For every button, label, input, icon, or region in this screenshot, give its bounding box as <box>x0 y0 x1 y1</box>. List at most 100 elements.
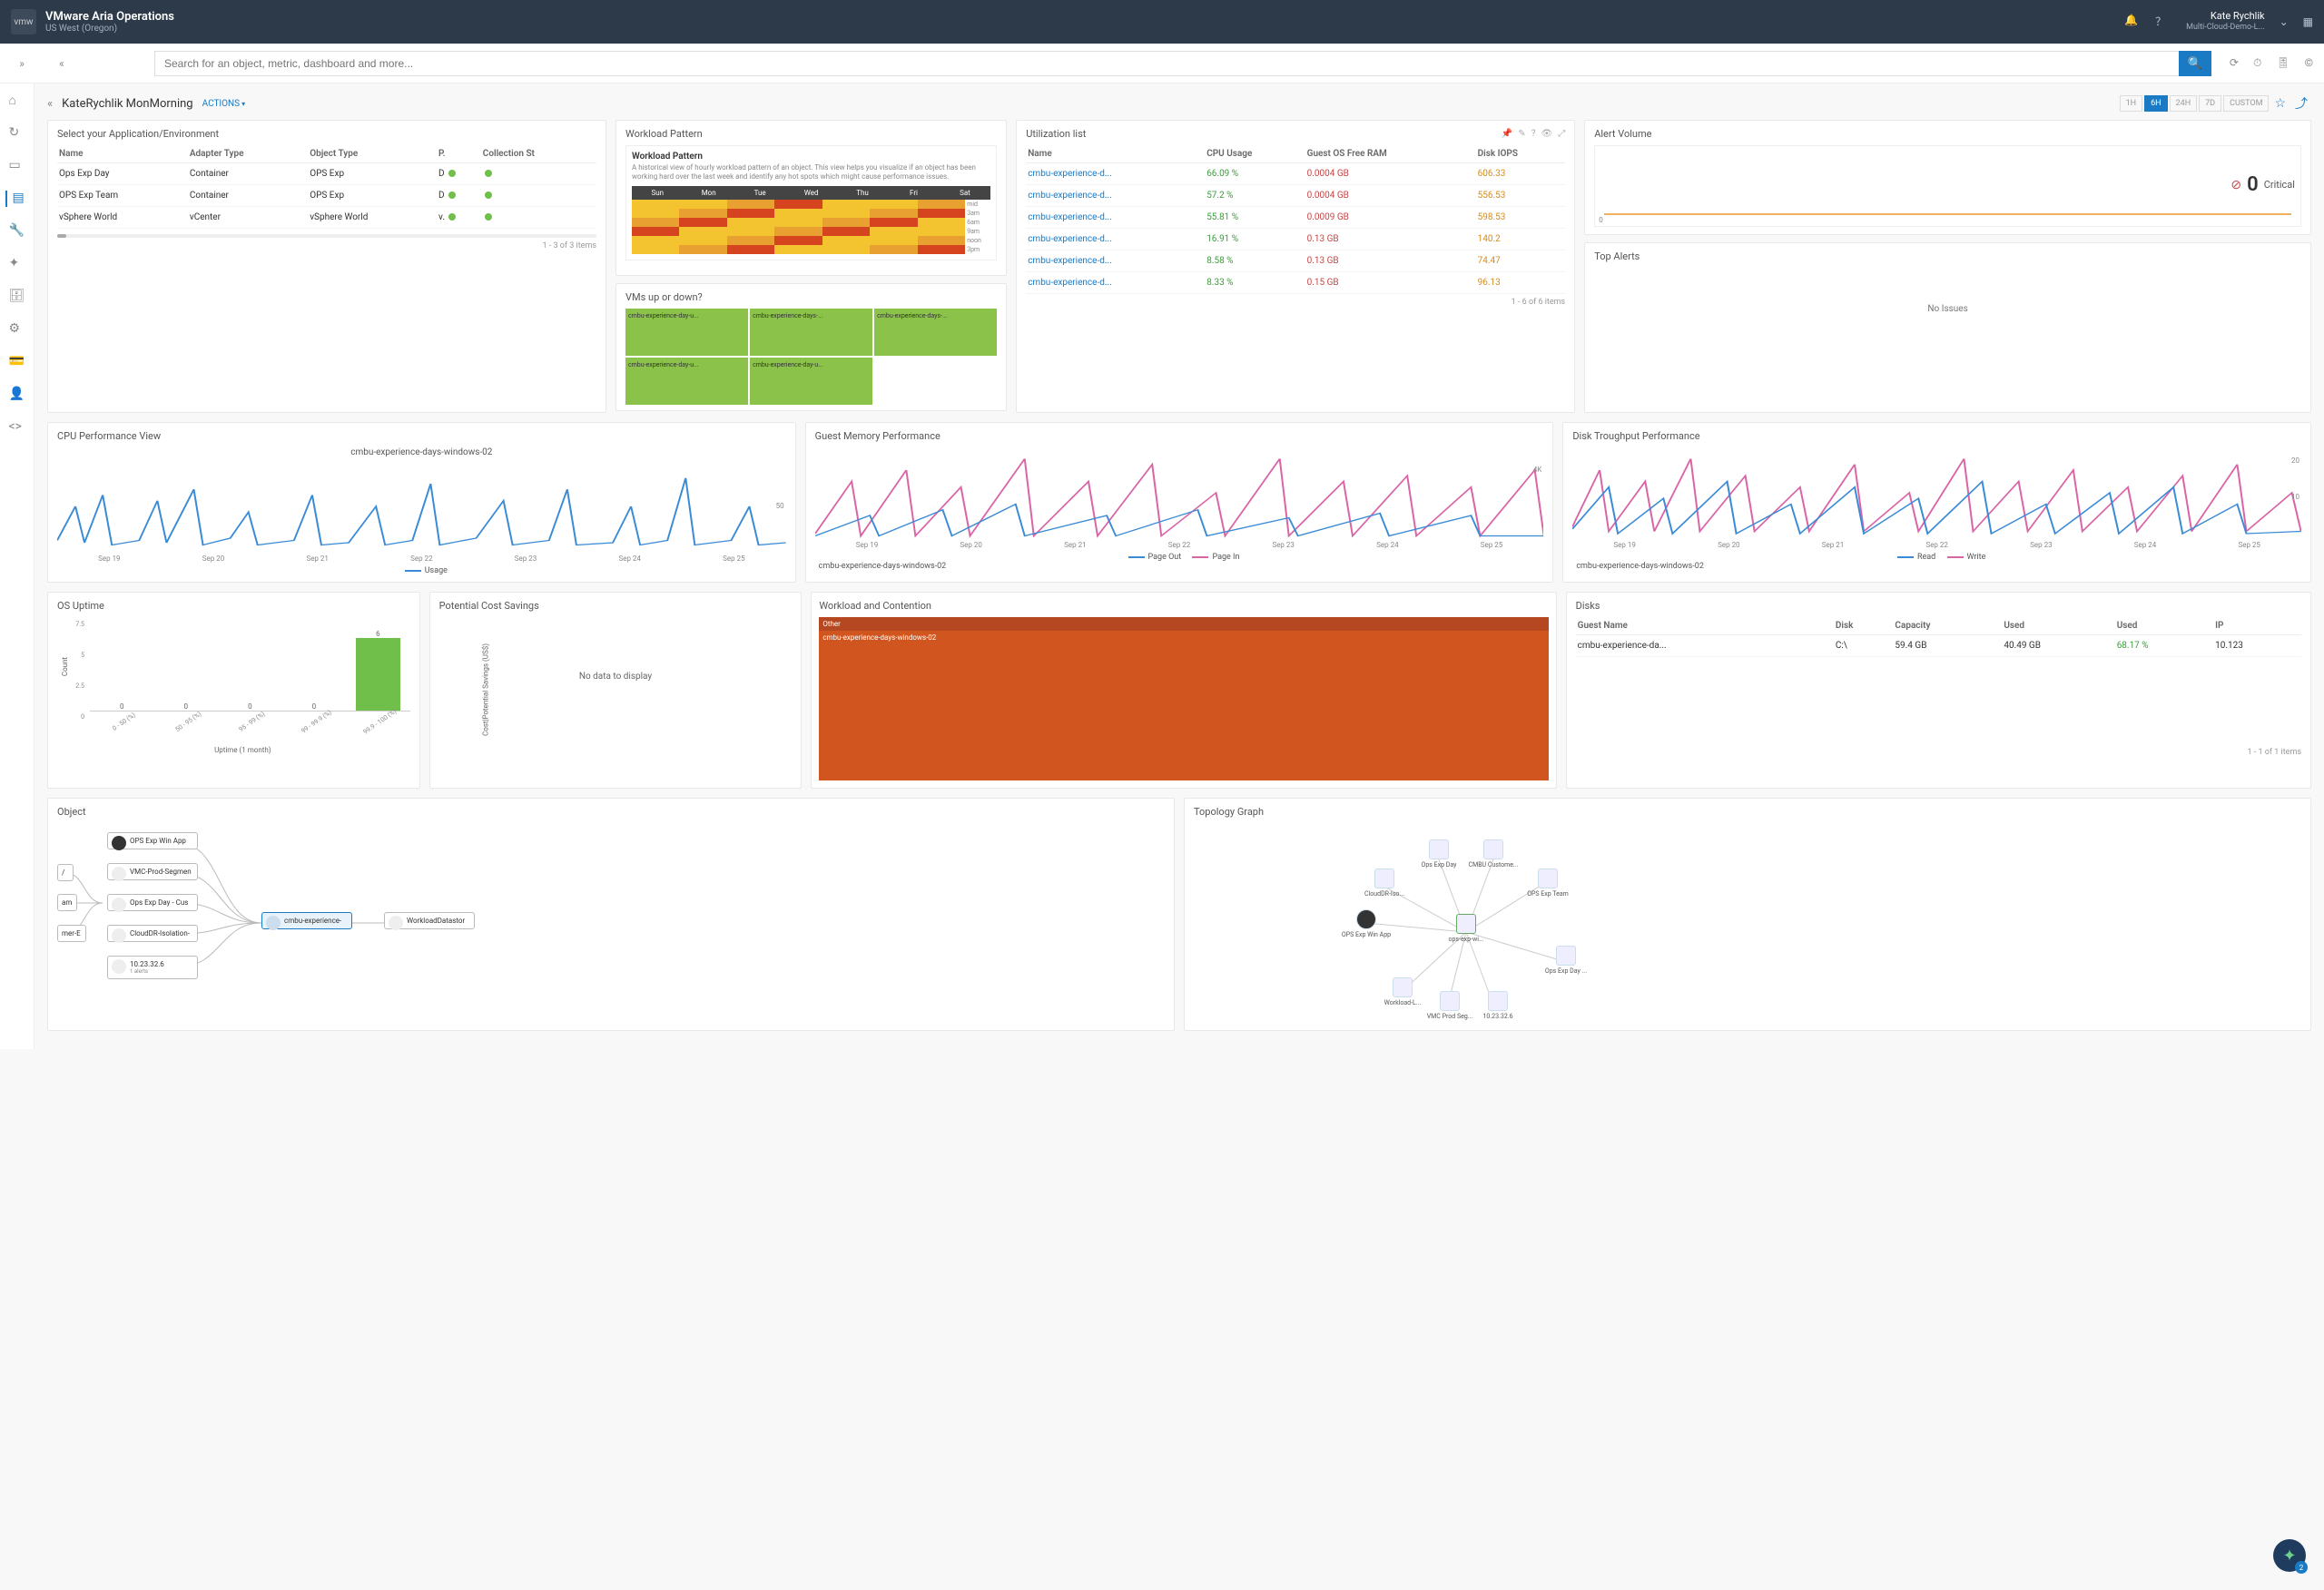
panel-app-env: Select your Application/Environment Name… <box>47 120 606 413</box>
refresh-icon[interactable]: ⟳ <box>2230 56 2239 70</box>
object-node[interactable]: am <box>57 894 77 911</box>
object-node[interactable]: Ops Exp Day - Cus <box>107 894 198 911</box>
status-dot-icon <box>448 213 456 221</box>
settings-sliders-icon[interactable]: 🎚 <box>2276 56 2290 70</box>
no-issues-text: No Issues <box>1594 268 2301 405</box>
object-node[interactable]: / <box>57 864 74 881</box>
nav-billing-icon[interactable]: 💳 <box>9 354 25 370</box>
apps-grid-icon[interactable]: ▦ <box>2303 15 2313 28</box>
notifications-icon[interactable]: 🔔 <box>2124 14 2141 30</box>
object-node[interactable]: VMC-Prod-Segmen <box>107 863 198 880</box>
panel-collapse-icon[interactable]: « <box>51 57 73 70</box>
panel-title: Select your Application/Environment <box>57 128 596 140</box>
topo-node[interactable]: CMBU Custome... <box>1466 839 1521 869</box>
panel-workload-pattern: Workload Pattern Workload Pattern A hist… <box>615 120 1007 276</box>
topo-node[interactable]: OPS Exp Win App <box>1339 909 1393 938</box>
status-dot-icon <box>485 170 492 177</box>
table-row[interactable]: cmbu-experience-d...8.58 %0.13 GB74.47 <box>1026 250 1565 272</box>
time-pill-custom[interactable]: CUSTOM <box>2223 95 2269 112</box>
table-row[interactable]: cmbu-experience-d...55.81 %0.0009 GB598.… <box>1026 207 1565 229</box>
content-collapse-icon[interactable]: « <box>47 97 53 111</box>
table-row[interactable]: cmbu-experience-d...66.09 %0.0004 GB606.… <box>1026 163 1565 185</box>
global-search-input[interactable] <box>154 51 2179 76</box>
topo-node[interactable]: 10.23.32.6 <box>1471 991 1525 1020</box>
share-icon[interactable]: ⤴ <box>2291 94 2311 113</box>
sidebar-expand-icon[interactable]: » <box>11 57 33 70</box>
view-icon[interactable]: 👁 <box>1541 129 1552 139</box>
time-pill-1h[interactable]: 1H <box>2120 95 2142 112</box>
help-small-icon[interactable]: ? <box>1531 129 1536 139</box>
time-pill-24h[interactable]: 24H <box>2170 95 2198 112</box>
table-row[interactable]: cmbu-experience-d...57.2 %0.0004 GB556.5… <box>1026 185 1565 207</box>
nav-home-icon[interactable]: ⌂ <box>9 93 25 109</box>
vms-grid[interactable]: cmbu-experience-day-u...cmbu-experience-… <box>625 309 997 405</box>
time-pill-6h[interactable]: 6H <box>2144 95 2167 112</box>
vm-tile[interactable]: cmbu-experience-day-u... <box>750 358 872 405</box>
actions-menu[interactable]: ACTIONS <box>202 99 245 109</box>
nav-tools-icon[interactable]: 🔧 <box>9 223 25 240</box>
copyright-icon[interactable]: © <box>2305 56 2313 70</box>
vmware-logo: vmw <box>11 9 36 34</box>
topo-node[interactable]: Ops Exp Day <box>1412 839 1466 869</box>
panel-vms-updown: VMs up or down? cmbu-experience-day-u...… <box>615 283 1007 411</box>
object-node[interactable]: OPS Exp Win App <box>107 832 198 849</box>
vm-tile[interactable]: cmbu-experience-day-u... <box>625 358 748 405</box>
search-button[interactable]: 🔍 <box>2179 51 2211 76</box>
vm-tile[interactable]: cmbu-experience-days-... <box>750 309 872 356</box>
memory-chart[interactable]: 4K Sep 19Sep 20Sep 21Sep 22Sep 23Sep 24S… <box>815 447 1544 574</box>
object-node[interactable]: mer-E <box>57 925 86 942</box>
contention-treemap[interactable]: Other cmbu-experience-days-windows-02 <box>819 617 1548 780</box>
topology-graph[interactable]: Ops Exp Day CMBU Custome... OPS Exp Team… <box>1194 823 2301 1023</box>
panel-os-uptime: OS Uptime Count 7.552.50 00006 0 - 50 (%… <box>47 592 420 789</box>
nav-settings-icon[interactable]: ⚙ <box>9 321 25 338</box>
table-row[interactable]: Ops Exp DayContainerOPS ExpD <box>57 163 596 185</box>
help-icon[interactable]: ？ <box>2155 14 2171 30</box>
topo-node-center[interactable]: ops-exp-wi... <box>1439 914 1493 943</box>
table-row[interactable]: OPS Exp TeamContainerOPS ExpD <box>57 185 596 207</box>
table-scrollbar[interactable] <box>57 234 596 238</box>
user-menu[interactable]: Kate Rychlik Multi-Cloud-Demo-L... <box>2186 10 2265 34</box>
table-footer: 1 - 3 of 3 items <box>57 241 596 250</box>
topo-node[interactable]: OPS Exp Team <box>1521 869 1575 898</box>
vm-tile[interactable]: cmbu-experience-day-u... <box>625 309 748 356</box>
gauge-icon[interactable]: ⏱ <box>2253 56 2261 70</box>
table-row[interactable]: cmbu-experience-d...8.33 %0.15 GB96.13 <box>1026 272 1565 294</box>
cpu-chart[interactable]: cmbu-experience-days-windows-02 50 Sep 1… <box>57 447 786 574</box>
nav-projects-icon[interactable]: ▭ <box>9 158 25 174</box>
object-node[interactable]: 10.23.32.61 alerts <box>107 956 198 979</box>
panel-top-alerts: Top Alerts No Issues <box>1584 242 2311 413</box>
vm-tile[interactable]: cmbu-experience-days-... <box>874 309 997 356</box>
nav-code-icon[interactable]: <> <box>9 419 25 436</box>
alert-volume-chart[interactable]: ⊘ 0 Critical 0 <box>1594 145 2301 227</box>
topo-node[interactable]: CloudDR-Iso... <box>1357 869 1412 898</box>
panel-topology: Topology Graph Ops Exp Day CMBU Custome.… <box>1184 798 2311 1031</box>
expand-icon[interactable]: ⤢ <box>1558 129 1565 139</box>
table-row[interactable]: cmbu-experience-d...16.91 %0.13 GB140.2 <box>1026 229 1565 250</box>
nav-dashboards-icon[interactable]: ▤ <box>5 191 22 207</box>
pin-icon[interactable]: 📌 <box>1502 129 1512 139</box>
object-graph[interactable]: / am mer-E OPS Exp Win App VMC-Prod-Segm… <box>57 823 1165 1023</box>
status-dot-icon <box>485 213 492 221</box>
status-dot-icon <box>485 191 492 199</box>
table-row[interactable]: cmbu-experience-da... C:\ 59.4 GB 40.49 … <box>1576 635 2301 657</box>
topo-node[interactable]: VMC Prod Seg... <box>1423 991 1477 1020</box>
object-node[interactable]: WorkloadDatastor <box>384 912 475 929</box>
app-icon <box>112 836 126 850</box>
user-menu-chevron-icon[interactable]: ⌄ <box>2280 15 2289 28</box>
object-node[interactable]: CloudDR-Isolation- <box>107 925 198 942</box>
edit-icon[interactable]: ✎ <box>1518 129 1525 139</box>
disk-chart[interactable]: 20 10 Sep 19Sep 20Sep 21Sep 22Sep 23Sep … <box>1572 447 2301 574</box>
time-pill-7d[interactable]: 7D <box>2199 95 2221 112</box>
table-row[interactable]: vSphere WorldvCentervSphere Worldv. <box>57 207 596 229</box>
topo-node[interactable]: Workload-L... <box>1375 977 1430 1006</box>
uptime-bar-chart[interactable]: Count 7.552.50 00006 0 - 50 (%)50 - 95 (… <box>57 617 410 753</box>
nav-activity-icon[interactable]: ↻ <box>9 125 25 142</box>
nav-automation-icon[interactable]: ✦ <box>9 256 25 272</box>
topo-node[interactable]: Ops Exp Day ... <box>1539 946 1593 975</box>
workload-heatmap[interactable]: SunMonTueWedThuFriSat mid3am6am9amnoon3p… <box>632 186 990 254</box>
nav-users-icon[interactable]: 👤 <box>9 387 25 403</box>
assistant-fab[interactable]: ✦2 <box>2273 1539 2306 1572</box>
nav-storage-icon[interactable]: 🗄 <box>9 289 25 305</box>
object-node-selected[interactable]: cmbu-experience- <box>261 912 352 929</box>
favorite-icon[interactable]: ☆ <box>2270 96 2290 111</box>
